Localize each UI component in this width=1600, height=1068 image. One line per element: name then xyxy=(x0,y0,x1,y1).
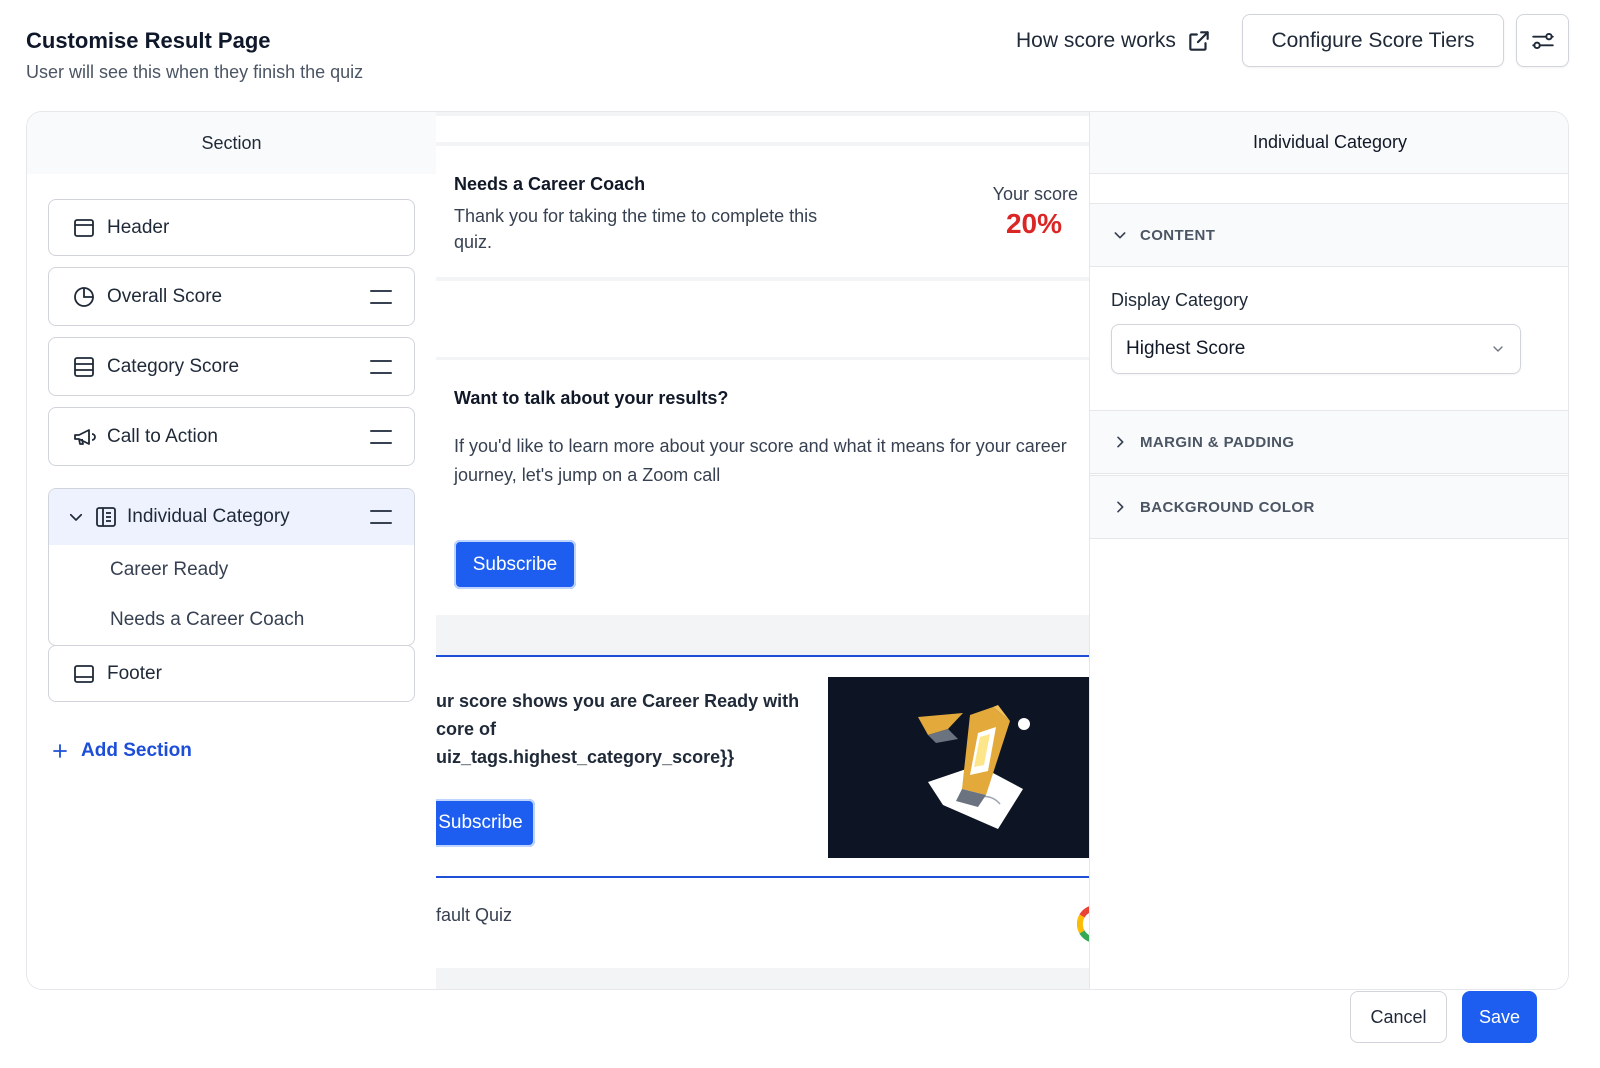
hero-line-3: uiz_tags.highest_category_score}} xyxy=(436,747,735,767)
category-item-career-ready[interactable]: Career Ready xyxy=(110,559,228,581)
background-color-accordion[interactable]: BACKGROUND COLOR xyxy=(1090,475,1568,539)
drag-handle-icon[interactable] xyxy=(370,510,392,524)
category-item-needs-career-coach[interactable]: Needs a Career Coach xyxy=(110,609,304,631)
score-label: Your score xyxy=(992,184,1078,204)
settings-panel-title: Individual Category xyxy=(1090,112,1568,174)
hero-line-2: core of xyxy=(436,719,497,739)
settings-panel: Individual Category CONTENT Display Cate… xyxy=(1089,112,1568,989)
section-item-label: Footer xyxy=(107,662,162,684)
score-card-body: Thank you for taking the time to complet… xyxy=(454,206,818,252)
preview-cta-block[interactable]: Want to talk about your results? If you'… xyxy=(436,360,1096,615)
section-item-header[interactable]: Header xyxy=(48,199,415,256)
cancel-button[interactable]: Cancel xyxy=(1350,991,1447,1043)
section-item-footer[interactable]: Footer xyxy=(48,645,415,702)
page-subtitle: User will see this when they finish the … xyxy=(26,62,364,82)
preview-hero-block[interactable]: ur score shows you are Career Ready with… xyxy=(436,655,1096,878)
chevron-right-icon xyxy=(1117,501,1124,513)
content-accordion-label: CONTENT xyxy=(1140,226,1216,244)
section-item-label: Overall Score xyxy=(107,285,223,307)
hero-text: ur score shows you are Career Ready with… xyxy=(436,687,816,771)
plus-icon xyxy=(53,744,67,758)
how-score-works-link[interactable]: How score works xyxy=(1016,24,1212,58)
display-category-label: Display Category xyxy=(1111,290,1249,310)
sections-panel-title: Section xyxy=(27,112,436,174)
score-value: 20% xyxy=(1005,208,1062,239)
background-color-label: BACKGROUND COLOR xyxy=(1140,498,1315,516)
section-item-label: Call to Action xyxy=(107,425,218,447)
cta-subscribe-button[interactable]: Subscribe xyxy=(454,540,576,589)
page-title: Customise Result Page xyxy=(26,28,271,53)
settings-button[interactable] xyxy=(1516,14,1569,67)
cta-title: Want to talk about your results? xyxy=(454,388,729,408)
save-button[interactable]: Save xyxy=(1462,991,1537,1043)
footer-quiz-name: fault Quiz xyxy=(436,905,513,925)
external-link-icon xyxy=(1189,31,1209,51)
document-icon xyxy=(93,504,119,530)
result-preview: Needs a Career Coach Thank you for takin… xyxy=(436,112,1096,989)
cta-body: If you'd like to learn more about your s… xyxy=(454,436,1067,485)
section-item-category-score[interactable]: Category Score xyxy=(48,337,415,396)
configure-score-tiers-button[interactable]: Configure Score Tiers xyxy=(1242,14,1504,67)
add-section-label: Add Section xyxy=(81,740,192,761)
chevron-right-icon xyxy=(1117,436,1124,448)
rocket-illustration xyxy=(828,677,1096,858)
display-category-value: Highest Score xyxy=(1126,338,1246,359)
content-accordion[interactable]: CONTENT xyxy=(1090,203,1568,267)
how-score-works-label: How score works xyxy=(1016,29,1176,52)
preview-footer-block[interactable]: fault Quiz xyxy=(436,878,1096,968)
chevron-down-icon[interactable] xyxy=(67,508,85,526)
sliders-icon xyxy=(1531,32,1554,49)
rocket-icon xyxy=(918,705,1030,829)
section-item-individual-category[interactable]: Individual Category xyxy=(49,489,414,545)
editor-frame: Section Header Overall Score Category Sc… xyxy=(26,111,1569,990)
rows-icon xyxy=(71,354,97,380)
section-group-individual-category: Individual Category Career Ready Needs a… xyxy=(48,488,415,646)
hero-subscribe-button[interactable]: Subscribe xyxy=(436,799,535,847)
layout-footer-icon xyxy=(71,661,97,687)
megaphone-icon xyxy=(71,424,97,450)
add-section-button[interactable]: Add Section xyxy=(51,740,192,762)
section-item-overall-score[interactable]: Overall Score xyxy=(48,267,415,326)
pie-chart-icon xyxy=(71,284,97,310)
sections-panel: Section Header Overall Score Category Sc… xyxy=(27,112,436,989)
score-card-title: Needs a Career Coach xyxy=(454,174,646,194)
margin-padding-label: MARGIN & PADDING xyxy=(1140,433,1295,451)
margin-padding-accordion[interactable]: MARGIN & PADDING xyxy=(1090,410,1568,474)
section-item-label: Category Score xyxy=(107,355,240,377)
layout-header-icon xyxy=(71,215,97,241)
section-item-label: Individual Category xyxy=(127,506,290,527)
chevron-down-icon xyxy=(1114,232,1126,239)
preview-category-score-block[interactable] xyxy=(436,281,1096,357)
section-item-call-to-action[interactable]: Call to Action xyxy=(48,407,415,466)
section-item-label: Header xyxy=(107,216,170,238)
preview-score-card[interactable]: Needs a Career Coach Thank you for takin… xyxy=(436,146,1096,277)
display-category-select[interactable]: Highest Score xyxy=(1111,324,1521,374)
drag-handle-icon[interactable] xyxy=(370,289,392,304)
hero-line-1: ur score shows you are Career Ready with xyxy=(436,691,800,711)
drag-handle-icon[interactable] xyxy=(370,429,392,444)
drag-handle-icon[interactable] xyxy=(370,359,392,374)
chevron-down-icon xyxy=(1493,346,1503,352)
preview-header-block[interactable] xyxy=(436,116,1096,142)
